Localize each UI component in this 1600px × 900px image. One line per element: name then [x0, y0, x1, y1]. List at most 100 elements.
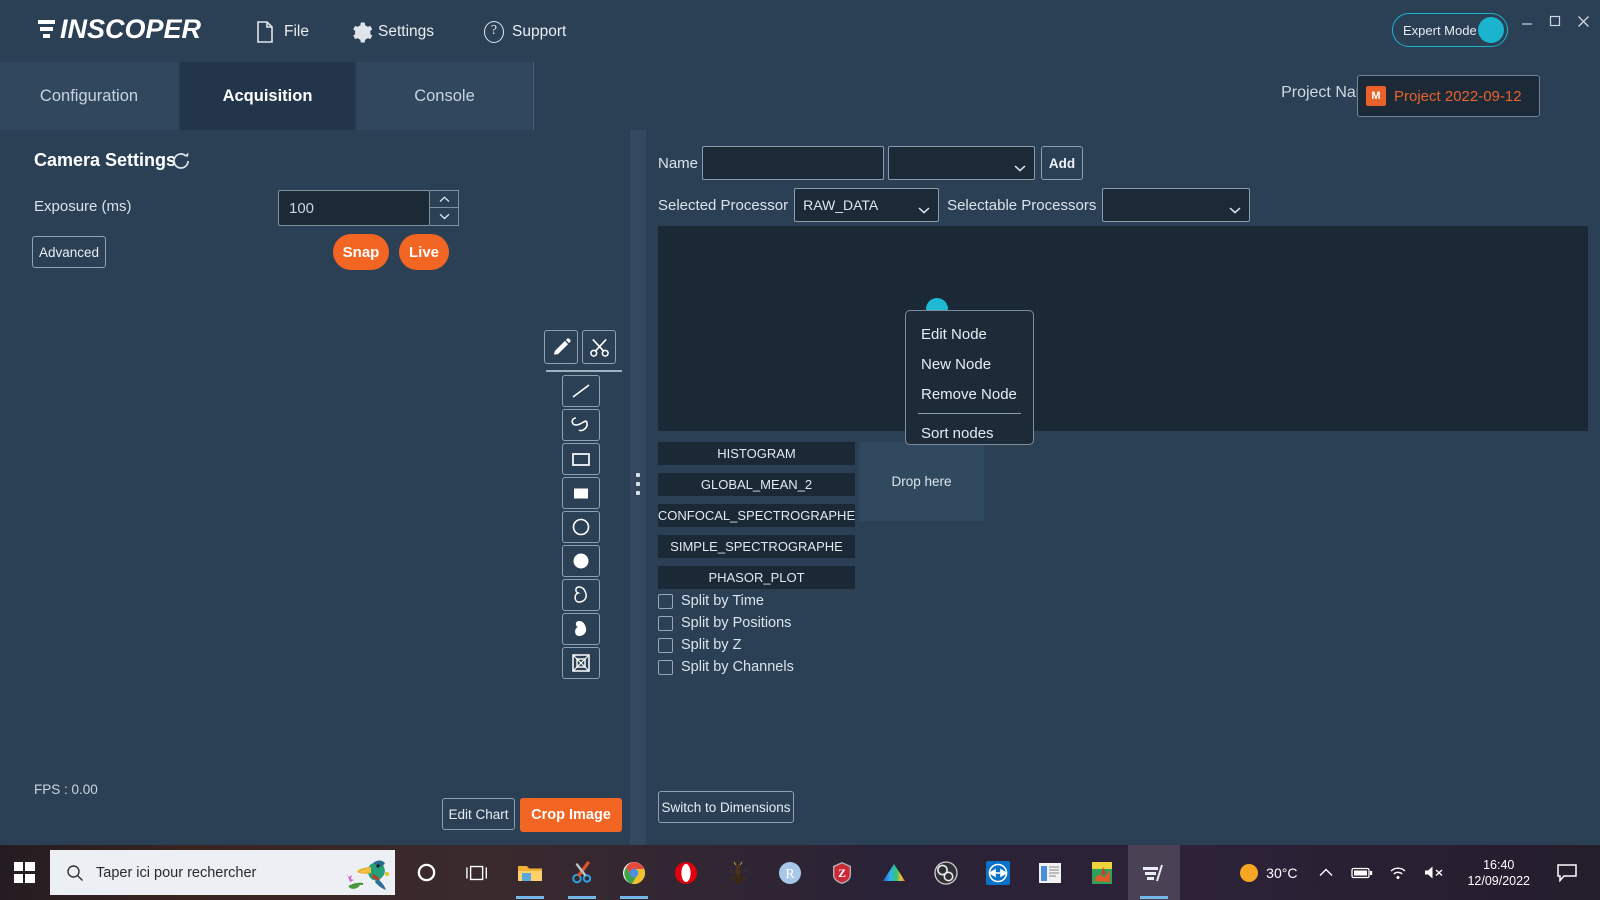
- draw-toolbar-top: [544, 330, 616, 364]
- name-input[interactable]: [702, 146, 884, 180]
- splitter-grip[interactable]: [636, 473, 641, 499]
- app-logo: INSCOPER: [60, 14, 201, 45]
- notification-icon[interactable]: [1556, 863, 1578, 883]
- expert-mode-knob: [1478, 17, 1504, 43]
- cortana-icon[interactable]: [400, 845, 452, 900]
- window-close-button[interactable]: [1568, 8, 1598, 34]
- rstudio-icon[interactable]: R: [764, 845, 816, 900]
- zotero-icon[interactable]: Z: [816, 845, 868, 900]
- ellipse-outline-icon[interactable]: [562, 511, 600, 543]
- project-selector[interactable]: M Project 2022-09-12: [1357, 75, 1540, 117]
- checkbox-split-by-time[interactable]: Split by Time: [658, 590, 794, 612]
- weather-widget[interactable]: 30°C: [1240, 864, 1297, 882]
- title-bar: INSCOPER File Settings ? Support Expert …: [0, 0, 1600, 62]
- context-menu-item-edit-node[interactable]: Edit Node: [906, 319, 1033, 349]
- checkbox-box[interactable]: [658, 616, 673, 631]
- chevron-up-icon[interactable]: [1319, 868, 1333, 877]
- processor-item-phasor-plot[interactable]: PHASOR_PLOT: [658, 566, 855, 589]
- ellipse-filled-icon[interactable]: [562, 545, 600, 577]
- line-icon[interactable]: [562, 375, 600, 407]
- snap-button[interactable]: Snap: [333, 234, 389, 270]
- teamviewer-icon[interactable]: [972, 845, 1024, 900]
- checkbox-split-by-z[interactable]: Split by Z: [658, 634, 794, 656]
- rectangle-filled-icon[interactable]: [562, 477, 600, 509]
- menu-settings[interactable]: Settings: [350, 18, 434, 46]
- name-type-select[interactable]: [888, 146, 1035, 180]
- select-all-icon[interactable]: [562, 647, 600, 679]
- ant-app-icon[interactable]: [712, 845, 764, 900]
- task-view-icon[interactable]: [452, 845, 504, 900]
- prism-icon[interactable]: [868, 845, 920, 900]
- processor-item-histogram[interactable]: HISTOGRAM: [658, 442, 855, 465]
- exposure-stepper-down[interactable]: [430, 208, 458, 225]
- context-menu-item-new-node[interactable]: New Node: [906, 349, 1033, 379]
- node-graph-canvas[interactable]: RAW_DATA: [658, 226, 1588, 431]
- tab-acquisition[interactable]: Acquisition: [180, 62, 355, 130]
- exposure-stepper-up[interactable]: [430, 191, 458, 208]
- checkbox-box[interactable]: [658, 660, 673, 675]
- chrome-icon[interactable]: [608, 845, 660, 900]
- tab-configuration[interactable]: Configuration: [0, 62, 178, 130]
- selected-processor-select[interactable]: RAW_DATA: [794, 188, 939, 222]
- sun-icon: [1240, 864, 1258, 882]
- inscoper-icon[interactable]: [1128, 845, 1180, 900]
- taskbar-clock[interactable]: 16:40 12/09/2022: [1467, 857, 1530, 889]
- advanced-button[interactable]: Advanced: [32, 236, 106, 268]
- obs-studio-icon[interactable]: [920, 845, 972, 900]
- tab-configuration-label: Configuration: [40, 87, 138, 106]
- processor-item-simple-spectrographe[interactable]: SIMPLE_SPECTROGRAPHE: [658, 535, 855, 558]
- selected-processor-label: Selected Processor: [658, 197, 788, 214]
- scissors-icon[interactable]: [582, 330, 616, 364]
- polygon-outline-icon[interactable]: [562, 579, 600, 611]
- context-menu-item-remove-node[interactable]: Remove Node: [906, 379, 1033, 409]
- node-context-menu: Edit Node New Node Remove Node Sort node…: [905, 310, 1034, 445]
- pencil-icon[interactable]: [544, 330, 578, 364]
- panel-splitter[interactable]: [630, 130, 646, 845]
- crop-image-button[interactable]: Crop Image: [520, 798, 622, 832]
- menu-file[interactable]: File: [256, 18, 309, 46]
- windows-app-icon[interactable]: [1024, 845, 1076, 900]
- file-explorer-icon[interactable]: [504, 845, 556, 900]
- app-logo-text: INSCOPER: [60, 14, 201, 44]
- drop-zone[interactable]: Drop here: [859, 442, 984, 521]
- exposure-stepper[interactable]: [430, 190, 459, 226]
- opera-icon[interactable]: [660, 845, 712, 900]
- live-button[interactable]: Live: [399, 234, 449, 270]
- selectable-processors-select[interactable]: [1102, 188, 1250, 222]
- exposure-input[interactable]: [278, 190, 430, 226]
- processor-item-label: SIMPLE_SPECTROGRAPHE: [670, 539, 843, 554]
- processor-item-label: PHASOR_PLOT: [708, 570, 804, 585]
- tab-console[interactable]: Console: [357, 62, 532, 130]
- add-button[interactable]: Add: [1041, 146, 1083, 180]
- checkbox-box[interactable]: [658, 594, 673, 609]
- window-minimize-button[interactable]: [1512, 8, 1542, 34]
- windows-taskbar: Taper ici pour rechercher: [0, 845, 1600, 900]
- edit-chart-button[interactable]: Edit Chart: [442, 798, 515, 830]
- menu-support-label: Support: [512, 23, 566, 41]
- checkbox-split-by-channels[interactable]: Split by Channels: [658, 656, 794, 678]
- start-button[interactable]: [0, 845, 48, 900]
- polygon-filled-icon[interactable]: [562, 613, 600, 645]
- rectangle-outline-icon[interactable]: [562, 443, 600, 475]
- freehand-curve-icon[interactable]: [562, 409, 600, 441]
- snipping-tool-icon[interactable]: [556, 845, 608, 900]
- menu-settings-label: Settings: [378, 23, 434, 41]
- paint-app-icon[interactable]: [1076, 845, 1128, 900]
- processor-item-global-mean-2[interactable]: GLOBAL_MEAN_2: [658, 473, 855, 496]
- switch-to-dimensions-button[interactable]: Switch to Dimensions: [658, 791, 794, 823]
- expert-mode-toggle[interactable]: Expert Mode: [1392, 13, 1508, 47]
- search-input[interactable]: Taper ici pour rechercher: [50, 850, 395, 895]
- volume-muted-icon[interactable]: [1423, 865, 1445, 880]
- wifi-icon[interactable]: [1389, 866, 1407, 880]
- search-placeholder-text: Taper ici pour rechercher: [96, 865, 256, 881]
- checkbox-box[interactable]: [658, 638, 673, 653]
- context-menu-item-sort-nodes[interactable]: Sort nodes: [906, 418, 1033, 448]
- window-maximize-button[interactable]: [1540, 8, 1570, 34]
- processor-item-label: HISTOGRAM: [717, 446, 796, 461]
- checkbox-label: Split by Positions: [681, 615, 791, 631]
- menu-support[interactable]: ? Support: [484, 18, 566, 46]
- refresh-icon[interactable]: [170, 150, 192, 172]
- battery-icon[interactable]: [1351, 866, 1373, 879]
- checkbox-split-by-positions[interactable]: Split by Positions: [658, 612, 794, 634]
- processor-item-confocal-spectrographe[interactable]: CONFOCAL_SPECTROGRAPHE: [658, 504, 855, 527]
